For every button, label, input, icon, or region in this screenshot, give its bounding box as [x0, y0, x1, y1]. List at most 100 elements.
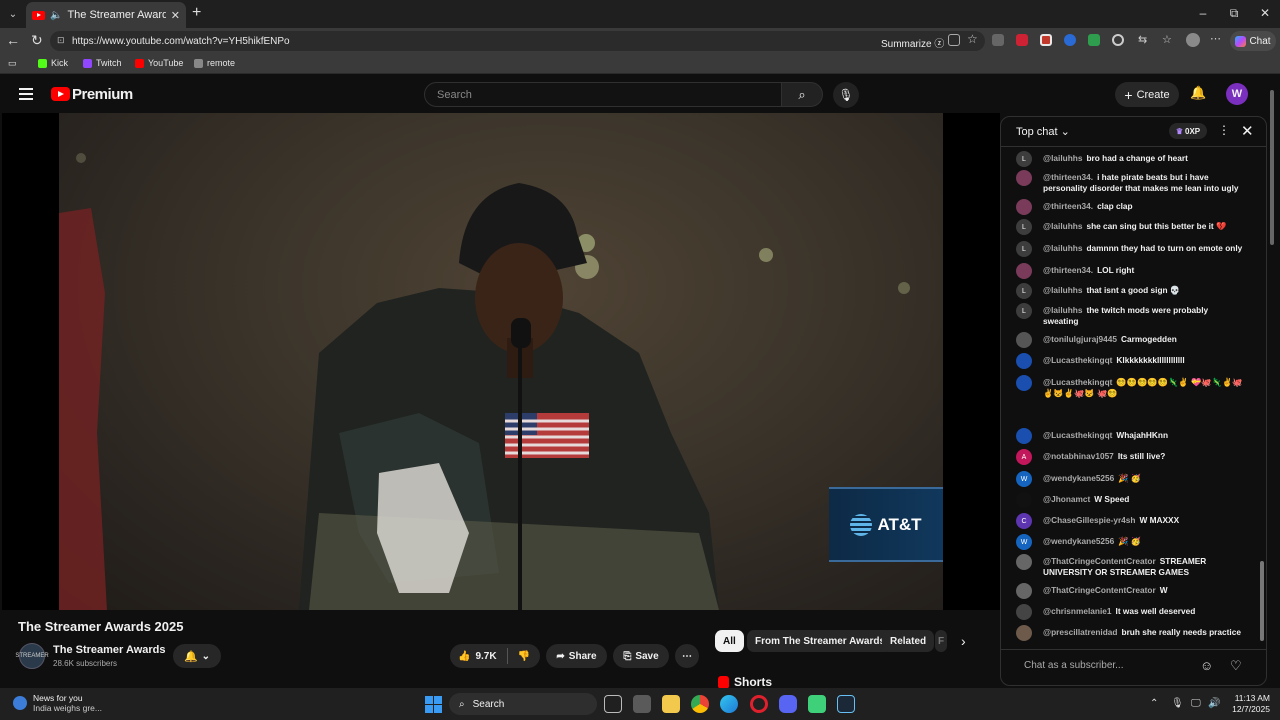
notifications-bell-icon[interactable]: 🔔 — [1190, 85, 1206, 101]
subscription-bell-button[interactable]: 🔔 ⌄ — [173, 644, 221, 668]
channel-avatar[interactable]: STREAMER — [15, 643, 49, 669]
chat-close-icon[interactable]: ✕ — [1241, 122, 1254, 140]
bookmark-remote[interactable]: remote — [194, 58, 235, 68]
microphone-icon[interactable]: 🎙 — [1171, 698, 1184, 709]
chat-username[interactable]: @chrisnmelanie1 — [1043, 606, 1112, 616]
chat-user-avatar[interactable] — [1016, 625, 1032, 641]
new-tab-icon[interactable]: + — [192, 4, 201, 22]
chip-partial[interactable]: F — [935, 630, 947, 652]
page-scrollbar[interactable] — [1268, 85, 1276, 685]
dislike-button[interactable]: 👎 — [518, 651, 530, 662]
voice-search-mic-icon[interactable]: 🎙 — [833, 82, 859, 108]
tab-close-icon[interactable]: ✕ — [171, 9, 180, 22]
chat-username[interactable]: @Lucasthekingqt — [1043, 377, 1112, 387]
split-screen-icon[interactable]: ⇆ — [1138, 33, 1150, 46]
chat-username[interactable]: @lailuhhs — [1043, 305, 1082, 315]
chat-user-avatar[interactable]: W — [1016, 471, 1032, 487]
file-explorer-icon[interactable] — [662, 695, 680, 713]
like-button[interactable]: 👍 9.7K — [458, 651, 497, 662]
save-button[interactable]: ⎘ Save — [613, 644, 669, 668]
chat-user-avatar[interactable] — [1016, 428, 1032, 444]
chat-user-avatar[interactable] — [1016, 199, 1032, 215]
chip-all[interactable]: All — [715, 630, 744, 652]
chat-user-avatar[interactable]: L — [1016, 219, 1032, 235]
chat-username[interactable]: @ThatCringeContentCreator — [1043, 585, 1156, 595]
taskbar-app-icon[interactable] — [633, 695, 651, 713]
chat-user-avatar[interactable]: L — [1016, 303, 1032, 319]
chat-user-avatar[interactable] — [1016, 604, 1032, 620]
video-player[interactable]: AT&T — [2, 113, 1000, 610]
chip-related[interactable]: Related — [882, 630, 935, 652]
hamburger-menu-icon[interactable] — [19, 88, 33, 103]
chat-input[interactable]: Chat as a subscriber... — [1011, 654, 1196, 678]
url-field[interactable]: ⊡ https://www.youtube.com/watch?v=YH5hik… — [50, 31, 985, 51]
more-menu-icon[interactable]: ⋯ — [1210, 32, 1222, 45]
network-icon[interactable]: 🖵 — [1191, 698, 1201, 709]
opera-icon[interactable] — [750, 695, 768, 713]
chip-from-channel[interactable]: From The Streamer Awards — [747, 630, 894, 652]
tab-list-chevron-icon[interactable]: ⌄ — [4, 5, 22, 23]
chat-username[interactable]: @tonilulgjuraj9445 — [1043, 334, 1117, 344]
channel-name[interactable]: The Streamer Awards — [53, 644, 166, 656]
xp-badge[interactable]: ♛ 0XP — [1169, 123, 1207, 139]
extension-icon[interactable] — [1064, 34, 1076, 46]
bookmark-kick[interactable]: Kick — [38, 58, 68, 68]
reading-view-icon[interactable] — [948, 34, 960, 46]
minimize-icon[interactable]: – — [1193, 6, 1213, 20]
account-avatar[interactable]: W — [1226, 83, 1248, 105]
chat-user-avatar[interactable] — [1016, 263, 1032, 279]
heart-reaction-icon[interactable]: ♡ — [1230, 658, 1242, 674]
chat-username[interactable]: @Lucasthekingqt — [1043, 355, 1112, 365]
site-info-icon[interactable]: ⊡ — [57, 35, 65, 46]
top-chat-dropdown[interactable]: Top chat ⌄ — [1016, 125, 1070, 138]
taskbar-green-app-icon[interactable] — [808, 695, 826, 713]
profile-avatar-icon[interactable] — [1186, 33, 1200, 47]
chat-username[interactable]: @wendykane5256 — [1043, 473, 1114, 483]
chat-username[interactable]: @lailuhhs — [1043, 153, 1082, 163]
extension-icon[interactable] — [992, 34, 1004, 46]
chat-username[interactable]: @Lucasthekingqt — [1043, 430, 1112, 440]
edge-icon[interactable] — [720, 695, 738, 713]
task-view-icon[interactable] — [604, 695, 622, 713]
chat-user-avatar[interactable]: A — [1016, 449, 1032, 465]
create-button[interactable]: + Create — [1115, 82, 1179, 107]
copilot-chat-button[interactable]: Chat — [1230, 31, 1276, 51]
bookmark-youtube[interactable]: YouTube — [135, 58, 183, 68]
extension-icon[interactable] — [1040, 34, 1052, 46]
browser-tab[interactable]: 🔈 The Streamer Awards 2025 - Y ✕ — [26, 2, 186, 28]
discord-icon[interactable] — [779, 695, 797, 713]
extensions-puzzle-icon[interactable] — [1112, 34, 1124, 46]
scrollbar-thumb[interactable] — [1260, 561, 1264, 641]
chat-user-avatar[interactable]: C — [1016, 513, 1032, 529]
chat-username[interactable]: @thirteen34. — [1043, 201, 1093, 211]
back-arrow-icon[interactable]: ← — [6, 32, 20, 48]
chat-user-avatar[interactable]: W — [1016, 534, 1032, 550]
chrome-icon[interactable] — [691, 695, 709, 713]
chat-user-avatar[interactable]: L — [1016, 151, 1032, 167]
window-close-icon[interactable]: ✕ — [1255, 6, 1275, 20]
favorites-icon[interactable]: ☆ — [1162, 33, 1174, 46]
chat-user-avatar[interactable] — [1016, 332, 1032, 348]
chat-user-avatar[interactable] — [1016, 170, 1032, 186]
page-scrollbar-thumb[interactable] — [1270, 90, 1274, 245]
taskbar-search[interactable]: ⌕ Search — [449, 693, 597, 715]
youtube-premium-logo[interactable]: Premium — [72, 86, 133, 103]
chat-user-avatar[interactable] — [1016, 583, 1032, 599]
chat-more-icon[interactable]: ⋮ — [1218, 123, 1230, 137]
restore-icon[interactable]: ⧉ — [1224, 6, 1244, 21]
chat-user-avatar[interactable]: L — [1016, 283, 1032, 299]
speaker-icon[interactable]: 🔈 — [50, 10, 62, 21]
chat-username[interactable]: @wendykane5256 — [1043, 536, 1114, 546]
volume-icon[interactable]: 🔊 — [1208, 698, 1220, 709]
chat-user-avatar[interactable] — [1016, 375, 1032, 391]
chat-username[interactable]: @lailuhhs — [1043, 243, 1082, 253]
bookmark-twitch[interactable]: Twitch — [83, 58, 122, 68]
windows-start-icon[interactable] — [425, 696, 442, 713]
chat-username[interactable]: @thirteen34. — [1043, 265, 1093, 275]
chat-username[interactable]: @Jhonamct — [1043, 494, 1090, 504]
search-button[interactable]: ⌕ — [781, 82, 823, 107]
chat-username[interactable]: @notabhinav1057 — [1043, 451, 1114, 461]
bookmarks-menu-icon[interactable]: ▭ — [8, 58, 17, 69]
chat-username[interactable]: @prescillatrenidad — [1043, 627, 1118, 637]
steam-icon[interactable] — [837, 695, 855, 713]
